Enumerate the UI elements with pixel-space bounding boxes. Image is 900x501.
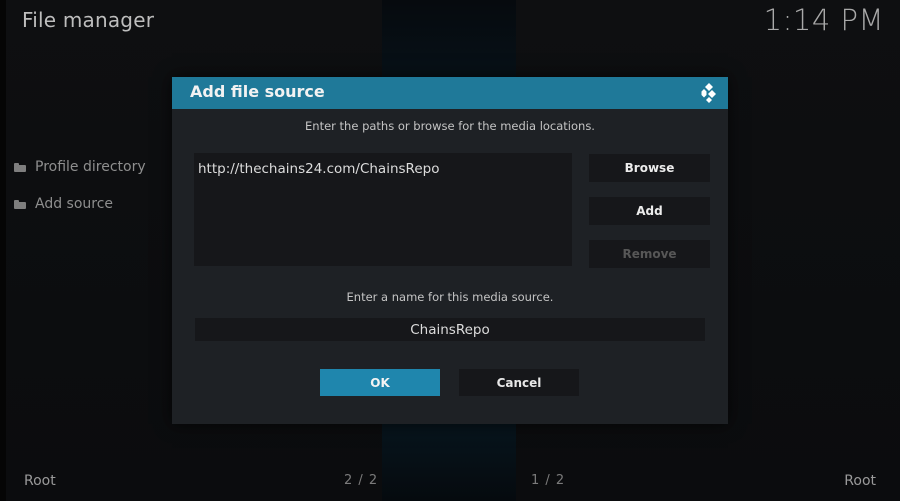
browse-button[interactable]: Browse (589, 154, 710, 182)
paths-instruction: Enter the paths or browse for the media … (305, 119, 595, 133)
folder-icon (14, 199, 26, 209)
list-item-label: Add source (35, 196, 114, 212)
screen-edge (0, 0, 6, 501)
add-file-source-dialog: Add file source Enter the paths or brows… (172, 77, 728, 424)
kodi-logo-icon (701, 83, 716, 103)
right-pane-path-label: Root (844, 473, 876, 489)
add-button[interactable]: Add (589, 197, 710, 225)
clock: 1:14 PM (763, 3, 884, 37)
path-list-item[interactable]: http://thechains24.com/ChainsRepo (198, 161, 568, 177)
paths-list[interactable]: http://thechains24.com/ChainsRepo (194, 153, 572, 266)
cancel-button[interactable]: Cancel (459, 369, 579, 396)
list-item-profile-directory[interactable]: Profile directory (14, 158, 146, 176)
left-pane-path-label: Root (24, 473, 56, 489)
source-name-input[interactable]: ChainsRepo (195, 318, 705, 341)
right-pane-page-count: 1 / 2 (531, 473, 566, 488)
list-item-label: Profile directory (35, 159, 146, 175)
ok-button[interactable]: OK (320, 369, 440, 396)
left-pane-page-count: 2 / 2 (344, 473, 379, 488)
folder-icon (14, 162, 26, 172)
dialog-title: Add file source (190, 82, 325, 101)
list-item-add-source[interactable]: Add source (14, 195, 146, 213)
dialog-header: Add file source (172, 77, 728, 109)
remove-button[interactable]: Remove (589, 240, 710, 268)
name-instruction: Enter a name for this media source. (346, 290, 554, 304)
left-pane-list: Profile directory Add source (14, 158, 146, 232)
app-title: File manager (22, 8, 155, 32)
